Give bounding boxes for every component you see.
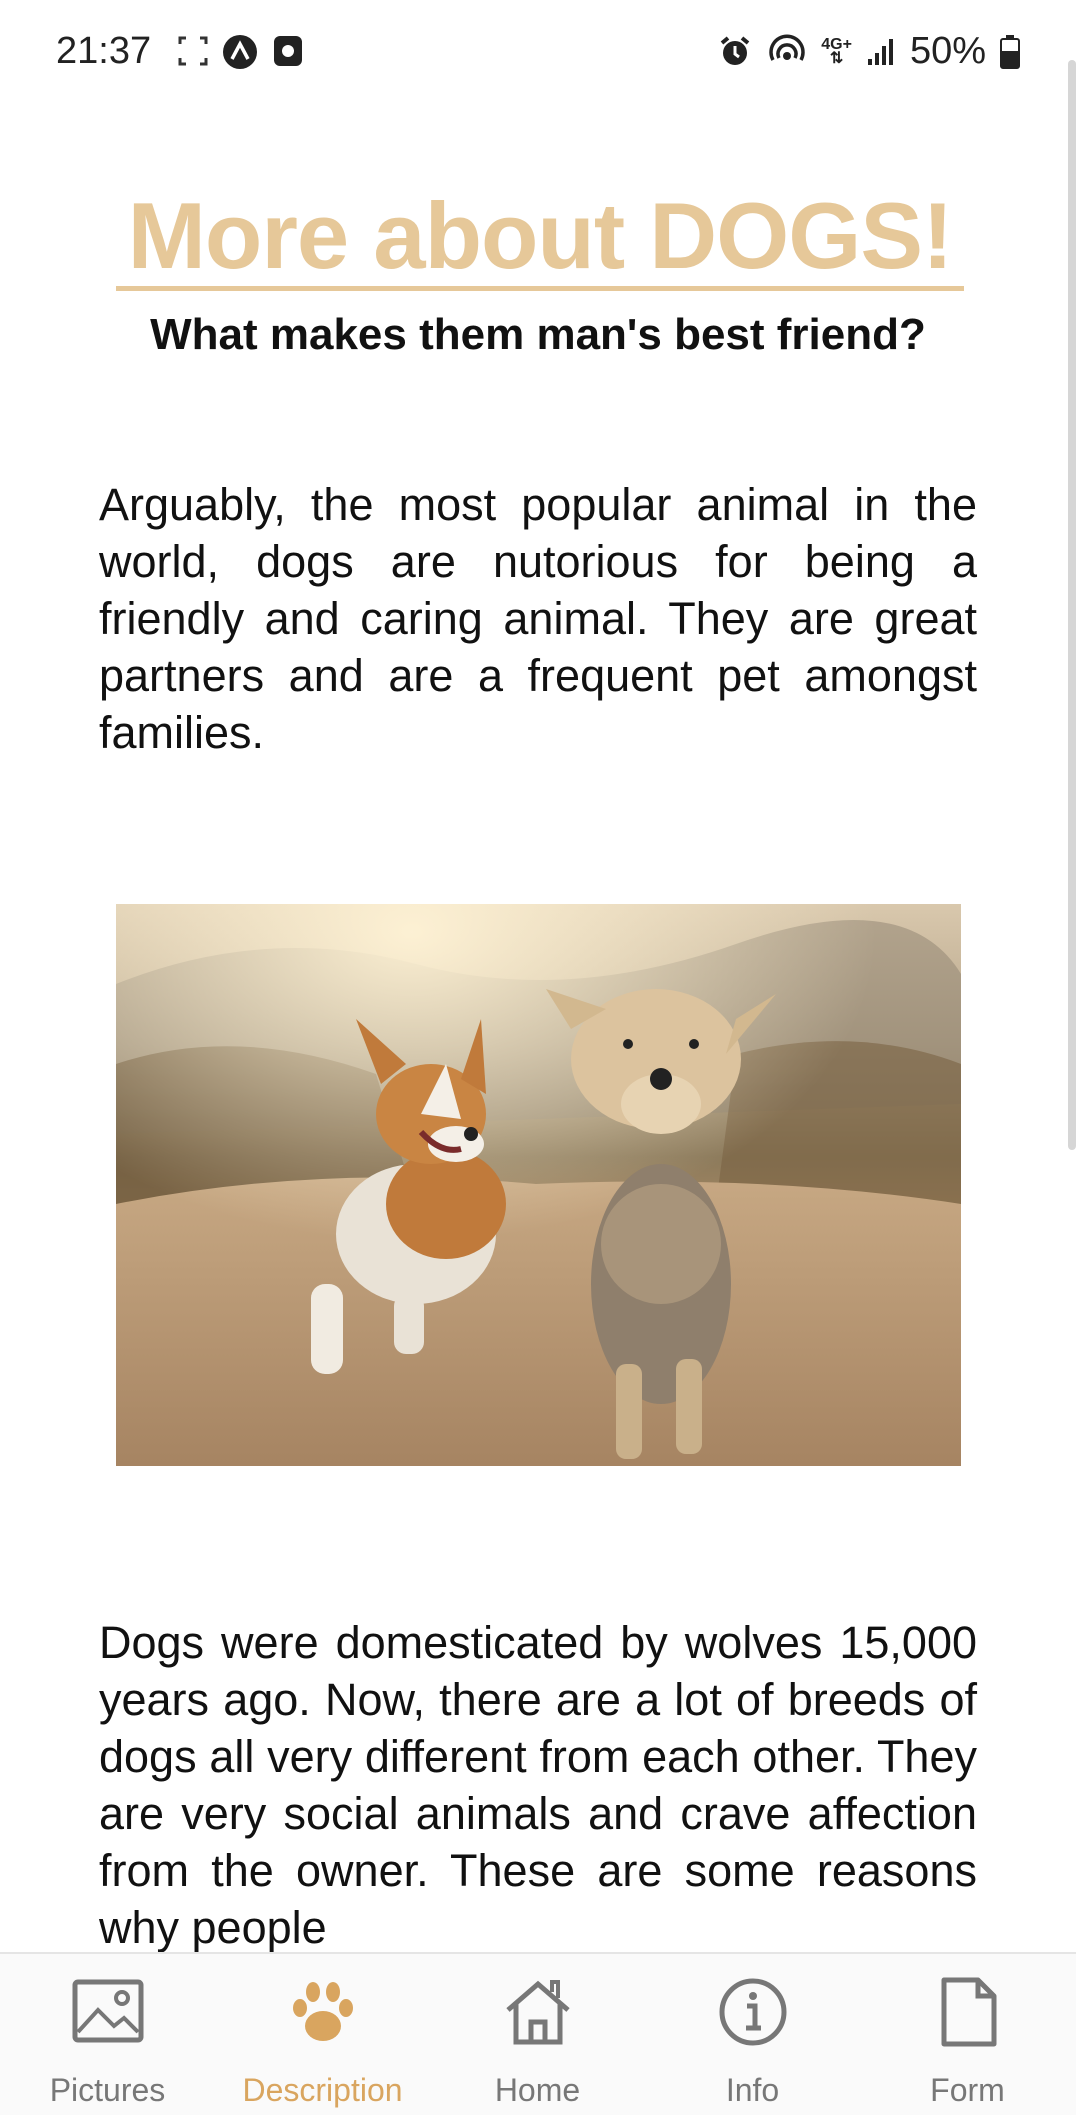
nav-label-info: Info [725,2072,780,2108]
image-icon [72,1979,144,2043]
hotspot-icon [769,34,805,61]
data-arrows-icon: ⇅ [829,49,844,67]
page-subtitle: What makes them man's best friend? [150,310,926,359]
document-icon [941,1977,997,2047]
page-scrollbar[interactable] [1068,60,1076,1150]
nav-label-home: Home [494,2072,581,2108]
alarm-icon [720,35,750,65]
page-title: More about DOGS! [127,183,954,288]
battery-icon [1000,34,1020,69]
signal-icon [867,38,893,65]
title-underline [116,286,964,291]
bottom-navigation: Pictures Description Home Info Form [0,1952,1076,2115]
nav-item-info[interactable]: Info [645,1954,860,2115]
nav-label-form: Form [930,2072,1005,2108]
info-icon [719,1978,787,2046]
notification-badge-icon [274,36,302,66]
nav-item-form[interactable]: Form [860,1954,1075,2115]
nav-item-pictures[interactable]: Pictures [0,1954,215,2115]
status-time: 21:37 [56,30,152,72]
app-notification-icon [223,35,257,69]
nav-item-description[interactable]: Description [215,1954,430,2115]
paw-icon [293,1982,353,2041]
nav-item-home[interactable]: Home [430,1954,645,2115]
history-paragraph: Dogs were domesticated by wolves 15,000 … [99,1617,977,1953]
screenshot-icon [178,36,208,66]
dogs-photo [116,904,961,1466]
nav-label-description: Description [242,2072,403,2108]
status-right-group: 4G+ ⇅ 50% [717,30,1020,73]
nav-label-pictures: Pictures [49,2072,166,2108]
battery-percent: 50% [909,30,986,72]
network-type-indicator: 4G+ ⇅ [821,36,852,67]
intro-paragraph: Arguably, the most popular animal in the… [99,479,977,758]
status-bar: 21:37 4G+ ⇅ 50% [0,0,1076,108]
home-icon [506,1980,570,2045]
